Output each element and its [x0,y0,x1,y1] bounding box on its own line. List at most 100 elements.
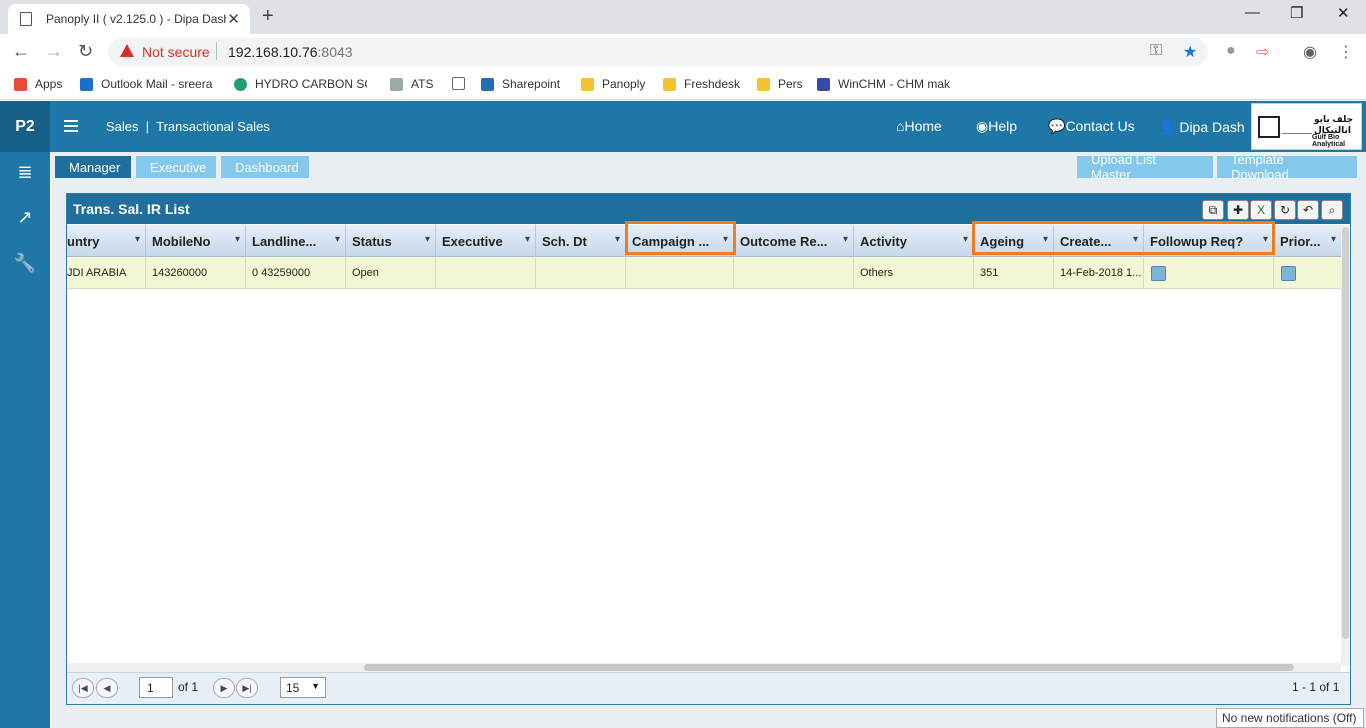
chevron-down-icon[interactable]: ▼ [311,681,320,691]
cell-outcome[interactable] [734,257,854,289]
add-icon[interactable]: ✚ [1227,200,1249,220]
tab-executive[interactable]: Executive [136,156,216,178]
col-header-country[interactable]: untry ▾ [67,225,146,257]
bookmark-panoply[interactable]: Panoply [581,77,645,91]
col-header-executive[interactable]: Executive ▾ [436,225,536,257]
restore-icon[interactable]: ❐ [1290,4,1303,22]
bookmark-label: Freshdesk [684,77,741,91]
chevron-down-icon[interactable]: ▾ [963,234,968,245]
cell-status[interactable]: Open [346,257,436,289]
chevron-down-icon[interactable]: ▾ [1331,234,1336,245]
contact-link[interactable]: 💬Contact Us [1048,118,1135,135]
chart-icon[interactable]: ↗ [13,207,37,231]
menu-dots-icon[interactable]: ⋮ [1338,42,1354,62]
col-header-activity[interactable]: Activity ▾ [854,225,974,257]
home-link[interactable]: ⌂Home [896,118,942,134]
page-input[interactable]: 1 [139,677,173,698]
url-text[interactable]: 192.168.10.76:8043 [228,44,353,60]
not-secure-label[interactable]: Not secure [142,44,210,60]
bookmark-winchm[interactable]: WinCHM - CHM mak [817,77,950,91]
prev-page-icon[interactable]: ◀ [96,678,118,698]
bookmark-ats[interactable]: ATS [390,77,433,91]
undo-icon[interactable]: ↶ [1297,200,1319,220]
logo-emblem-icon [1258,116,1280,138]
priority-checkbox[interactable] [1281,266,1296,281]
database-icon[interactable]: ≣ [13,162,37,186]
cell-ageing[interactable]: 351 [974,257,1054,289]
col-header-schdt[interactable]: Sch. Dt ▾ [536,225,626,257]
tab-manager[interactable]: Manager [55,156,131,178]
sidebar [0,152,50,728]
chevron-down-icon[interactable]: ▾ [235,234,240,245]
extension-icon[interactable]: ● [1226,42,1236,60]
close-tab-icon[interactable]: ✕ [227,10,240,28]
template-download-button[interactable]: Template Download [1217,152,1357,182]
chevron-down-icon[interactable]: ▾ [615,234,620,245]
help-link[interactable]: ◉Help [976,118,1017,135]
refresh-icon[interactable]: ↻ [1274,200,1296,220]
col-header-landline[interactable]: Landline... ▾ [246,225,346,257]
bookmark-sharepoint[interactable]: Sharepoint [481,77,560,91]
key-icon[interactable]: ⚿ [1150,42,1162,60]
star-icon[interactable]: ★ [1183,42,1197,62]
search-icon[interactable]: ⌕ [1321,200,1343,220]
cell-executive[interactable] [436,257,536,289]
page-size-value: 15 [286,681,300,695]
bookmark-outlook[interactable]: Outlook Mail - sreera [80,77,215,91]
excel-icon[interactable]: X [1250,200,1272,220]
minimize-icon[interactable]: — [1245,4,1260,21]
col-header-outcome[interactable]: Outcome Re... ▾ [734,225,854,257]
col-header-mobile[interactable]: MobileNo ▾ [146,225,246,257]
cell-created[interactable]: 14-Feb-2018 1... [1054,257,1144,289]
profile-icon[interactable]: ◉ [1303,42,1317,62]
bookmark-freshdesk[interactable]: Freshdesk [663,77,740,91]
forward-icon[interactable]: → [45,41,63,62]
chevron-down-icon[interactable]: ▾ [525,234,530,245]
app-logo[interactable]: P2 [0,101,50,152]
wrench-icon[interactable]: 🔧 [13,253,37,277]
contact-label: Contact Us [1065,118,1135,134]
notification-toast[interactable]: No new notifications (Off) [1216,708,1364,728]
cell-mobile[interactable]: 143260000 [146,257,246,289]
back-icon[interactable]: ← [12,41,30,62]
scrollbar-thumb[interactable] [1342,227,1349,639]
folder-icon [757,77,770,91]
col-header-priority[interactable]: Prior... ▾ [1274,225,1341,257]
cast-icon[interactable]: ⇨ [1256,42,1269,62]
cell-activity[interactable]: Others [854,257,974,289]
table-row[interactable]: JDI ARABIA 143260000 0 43259000 Open Oth… [67,257,1341,289]
last-page-icon[interactable]: ▶| [236,678,258,698]
cell-schdt[interactable] [536,257,626,289]
cell-country[interactable]: JDI ARABIA [67,257,146,289]
user-menu[interactable]: 👤 Dipa Dash [1158,119,1245,136]
bookmark-pers[interactable]: Pers [757,77,803,91]
chevron-down-icon[interactable]: ▾ [425,234,430,245]
first-page-icon[interactable]: |◀ [72,678,94,698]
upload-list-master-button[interactable]: Upload List Master [1077,152,1213,182]
copy-icon[interactable]: ⧉ [1202,200,1224,220]
bookmark-label: HYDRO CARBON SOL [255,77,367,91]
bookmark-apps[interactable]: Apps [14,77,62,91]
followup-checkbox[interactable] [1151,266,1166,281]
chevron-down-icon[interactable]: ▾ [335,234,340,245]
bookmark-blank[interactable] [452,77,473,90]
cell-landline[interactable]: 0 43259000 [246,257,346,289]
hamburger-menu-icon[interactable] [64,120,78,135]
bookmark-hydrocarbon[interactable]: HYDRO CARBON SOL [234,77,367,91]
scrollbar-thumb[interactable] [364,664,1294,671]
cell-priority[interactable] [1274,257,1341,289]
cell-followup[interactable] [1144,257,1274,289]
close-window-icon[interactable]: ✕ [1337,4,1350,22]
chevron-down-icon[interactable]: ▾ [135,234,140,245]
page-size-select[interactable]: 15 ▼ [280,677,326,698]
browser-tab[interactable]: Panoply II ( v2.125.0 ) - Dipa Dash ✕ [8,4,250,34]
cell-campaign[interactable] [626,257,734,289]
vertical-scrollbar[interactable] [1341,225,1350,665]
new-tab-icon[interactable]: + [262,5,274,28]
tab-dashboard[interactable]: Dashboard [221,156,309,178]
reload-icon[interactable]: ↻ [78,41,93,62]
col-header-status[interactable]: Status ▾ [346,225,436,257]
next-page-icon[interactable]: ▶ [213,678,235,698]
chevron-down-icon[interactable]: ▾ [843,234,848,245]
horizontal-scrollbar[interactable] [67,663,1341,672]
